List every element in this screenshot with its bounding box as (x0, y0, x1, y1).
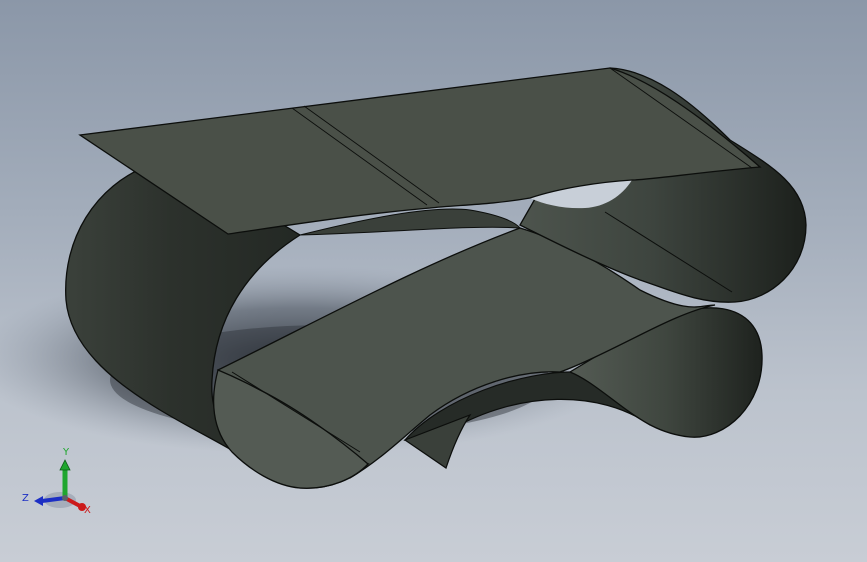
y-axis-arrow-icon (59, 459, 71, 471)
z-axis-arrow-icon (34, 496, 43, 506)
sheet-metal-model[interactable] (0, 0, 867, 562)
y-axis-label: Y (62, 447, 70, 458)
graphics-viewport[interactable]: Y X Z (0, 0, 867, 562)
x-axis-label: X (84, 505, 91, 516)
triad-origin (62, 495, 68, 501)
reference-triad[interactable]: Y X Z (18, 442, 98, 516)
z-axis-label: Z (22, 493, 29, 504)
